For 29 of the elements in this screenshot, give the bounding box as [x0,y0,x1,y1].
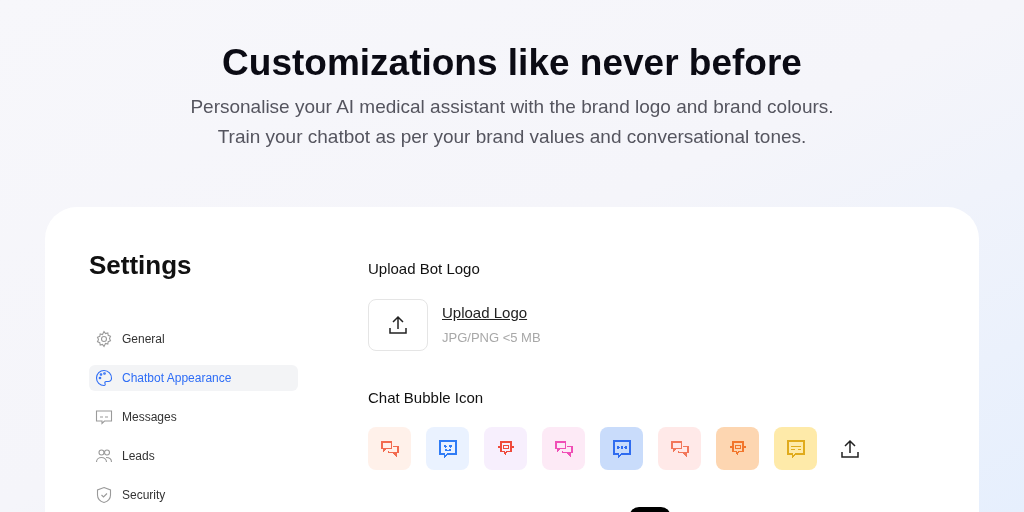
shield-icon [95,486,113,504]
sidebar-item[interactable]: Messages [89,404,298,430]
hero-subtitle-line: Personalise your AI medical assistant with the brand logo and brand colours. [190,95,834,119]
sidebar-item[interactable]: General [89,326,298,352]
bubble-icon-option[interactable] [484,427,527,470]
bubble-icon-option[interactable] [542,427,585,470]
upload-logo-link[interactable]: Upload Logo [442,302,541,325]
people-icon [95,447,113,465]
file-hint: JPG/PNG <5 MB [442,328,541,347]
sidebar-item[interactable]: Security [89,482,298,508]
hero-title: Customizations like never before [222,41,802,85]
sidebar-item[interactable]: Leads [89,443,298,469]
upload-icon [840,438,860,459]
bubble-icon-option[interactable] [600,427,643,470]
bubble-icon-option[interactable] [774,427,817,470]
upload-icon [388,314,408,335]
message-icon [95,408,113,426]
gear-icon [95,330,113,348]
hero-subtitle-line: Train your chatbot as per your brand values and conversational tones. [217,125,807,149]
palette-icon [95,369,113,387]
upload-button[interactable] [368,298,428,351]
section-heading: Chat Bubble Icon [368,387,485,408]
section-heading: Upload Bot Logo [368,259,481,279]
bubble-icon-option[interactable] [716,427,759,470]
bubble-icon-option[interactable] [368,427,411,470]
settings-title: Settings [89,249,193,281]
bubble-icon-option[interactable] [658,427,701,470]
sidebar-item[interactable]: Chatbot Appearance [89,365,298,391]
bubble-icon-option[interactable] [426,427,469,470]
